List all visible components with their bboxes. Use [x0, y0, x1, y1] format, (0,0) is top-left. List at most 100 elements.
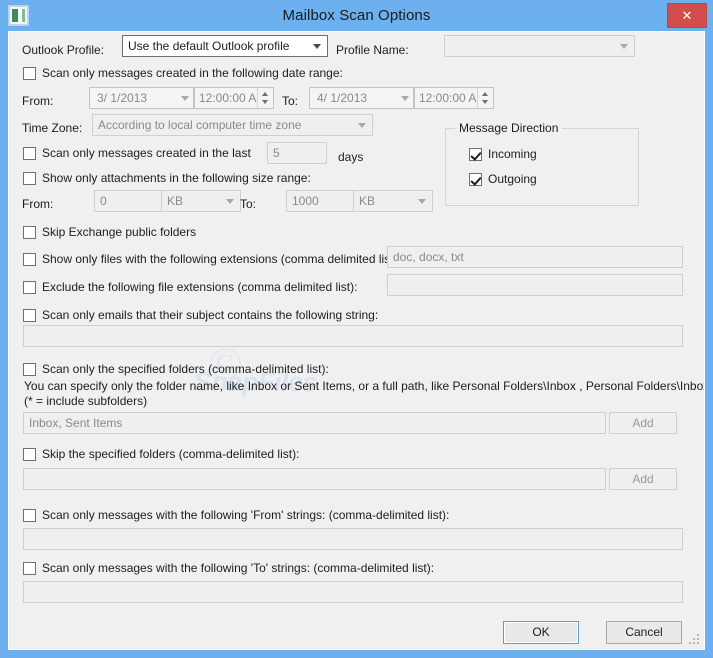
date-to-picker[interactable]: 4/ 1/2013 [309, 87, 414, 109]
outgoing-label: Outgoing [488, 172, 537, 186]
scan-folders-label: Scan only the specified folders (comma-d… [42, 362, 329, 376]
to-strings-checkbox-row[interactable]: Scan only messages with the following 'T… [23, 561, 434, 575]
subject-contains-checkbox[interactable] [23, 308, 36, 322]
time-from-spinner[interactable] [257, 88, 273, 108]
chevron-down-icon[interactable] [177, 88, 193, 108]
to-strings-checkbox[interactable] [23, 561, 36, 575]
size-from-input[interactable]: 0 [94, 190, 162, 212]
skip-public-folders-checkbox-row[interactable]: Skip Exchange public folders [23, 225, 196, 239]
outgoing-checkbox[interactable] [469, 172, 482, 186]
subject-contains-checkbox-row[interactable]: Scan only emails that their subject cont… [23, 308, 378, 322]
skip-folders-checkbox[interactable] [23, 447, 36, 461]
last-days-input[interactable]: 5 [267, 142, 327, 164]
include-extensions-input[interactable]: doc, docx, txt [387, 246, 683, 268]
incoming-checkbox-row[interactable]: Incoming [469, 147, 537, 161]
time-from-value: 12:00:00 AI [199, 91, 257, 105]
chevron-down-icon [358, 123, 366, 128]
date-from-label: From: [22, 94, 54, 108]
date-range-checkbox[interactable] [23, 66, 36, 80]
outlook-profile-label: Outlook Profile: [22, 43, 105, 57]
last-days-checkbox-row[interactable]: Scan only messages created in the last [23, 146, 251, 160]
date-range-checkbox-row[interactable]: Scan only messages created in the follow… [23, 66, 343, 80]
subject-contains-label: Scan only emails that their subject cont… [42, 308, 379, 322]
subject-contains-input[interactable] [23, 325, 683, 347]
last-days-unit-label: days [338, 150, 364, 164]
window-title: Mailbox Scan Options [282, 7, 431, 24]
last-days-checkbox[interactable] [23, 146, 36, 160]
skip-folders-label: Skip the specified folders (comma-delimi… [42, 447, 300, 461]
chevron-down-icon [313, 44, 321, 49]
cancel-button[interactable]: Cancel [606, 621, 682, 644]
skip-folders-input[interactable] [23, 468, 606, 490]
chevron-down-icon[interactable] [397, 88, 413, 108]
scan-folders-add-button[interactable]: Add [609, 412, 677, 434]
time-zone-select[interactable]: According to local computer time zone [92, 114, 373, 136]
cancel-label: Cancel [625, 625, 663, 639]
size-from-unit-select[interactable]: KB [161, 190, 241, 212]
size-range-checkbox[interactable] [23, 171, 36, 185]
skip-folders-add-label: Add [632, 472, 654, 486]
outgoing-checkbox-row[interactable]: Outgoing [469, 172, 537, 186]
from-strings-checkbox[interactable] [23, 508, 36, 522]
exclude-extensions-input[interactable] [387, 274, 683, 296]
size-to-value: 1000 [292, 194, 319, 208]
time-from-picker[interactable]: 12:00:00 AI [194, 87, 274, 109]
exclude-extensions-checkbox-row[interactable]: Exclude the following file extensions (c… [23, 280, 357, 294]
size-to-unit-value: KB [359, 194, 376, 208]
size-range-label: Show only attachments in the following s… [42, 171, 311, 185]
profile-name-select[interactable] [444, 35, 635, 57]
incoming-checkbox[interactable] [469, 147, 482, 161]
title-bar: Mailbox Scan Options ✕ [0, 0, 713, 31]
date-to-label: To: [282, 94, 299, 108]
include-extensions-value: doc, docx, txt [393, 250, 464, 264]
last-days-value: 5 [273, 146, 280, 160]
outlook-profile-select[interactable]: Use the default Outlook profile [122, 35, 328, 57]
date-from-picker[interactable]: 3/ 1/2013 [89, 87, 194, 109]
close-button[interactable]: ✕ [667, 3, 707, 28]
profile-name-label: Profile Name: [336, 43, 409, 57]
close-icon: ✕ [681, 8, 693, 23]
scan-folders-checkbox-row[interactable]: Scan only the specified folders (comma-d… [23, 362, 329, 376]
message-direction-group: Message Direction Incoming Outgoing [445, 121, 639, 206]
to-strings-label: Scan only messages with the following 'T… [42, 561, 435, 575]
size-to-unit-select[interactable]: KB [353, 190, 433, 212]
size-from-label: From: [22, 197, 54, 211]
skip-folders-add-button[interactable]: Add [609, 468, 677, 490]
skip-folders-checkbox-row[interactable]: Skip the specified folders (comma-delimi… [23, 447, 299, 461]
time-to-spinner[interactable] [477, 88, 493, 108]
incoming-label: Incoming [488, 147, 537, 161]
size-range-checkbox-row[interactable]: Show only attachments in the following s… [23, 171, 311, 185]
to-strings-input[interactable] [23, 581, 683, 603]
scan-folders-add-label: Add [632, 416, 654, 430]
skip-public-folders-label: Skip Exchange public folders [42, 225, 197, 239]
scan-folders-input[interactable]: Inbox, Sent Items [23, 412, 606, 434]
include-extensions-label: Show only files with the following exten… [42, 252, 401, 266]
time-to-value: 12:00:00 AI [419, 91, 477, 105]
scan-folders-checkbox[interactable] [23, 362, 36, 376]
include-extensions-checkbox-row[interactable]: Show only files with the following exten… [23, 252, 401, 266]
last-days-label: Scan only messages created in the last [42, 146, 251, 160]
outlook-profile-value: Use the default Outlook profile [128, 39, 290, 53]
dialog-client-area: © SnapFiles Outlook Profile: Use the def… [8, 31, 705, 650]
from-strings-label: Scan only messages with the following 'F… [42, 508, 450, 522]
scan-folders-hint-line-1: You can specify only the folder name, li… [24, 379, 705, 393]
size-to-input[interactable]: 1000 [286, 190, 354, 212]
time-to-picker[interactable]: 12:00:00 AI [414, 87, 494, 109]
date-to-value: 4/ 1/2013 [317, 91, 368, 105]
from-strings-input[interactable] [23, 528, 683, 550]
chevron-down-icon [418, 199, 426, 204]
mailbox-scan-options-window: Mailbox Scan Options ✕ © SnapFiles Outlo… [0, 0, 713, 658]
exclude-extensions-checkbox[interactable] [23, 280, 36, 294]
chevron-down-icon [620, 44, 628, 49]
resize-grip[interactable] [688, 633, 701, 646]
include-extensions-checkbox[interactable] [23, 252, 36, 266]
time-zone-value: According to local computer time zone [98, 118, 302, 132]
size-from-unit-value: KB [167, 194, 184, 208]
size-from-value: 0 [100, 194, 107, 208]
size-to-label: To: [240, 197, 257, 211]
ok-button[interactable]: OK [503, 621, 579, 644]
time-zone-label: Time Zone: [22, 121, 83, 135]
skip-public-folders-checkbox[interactable] [23, 225, 36, 239]
ok-label: OK [532, 625, 550, 639]
from-strings-checkbox-row[interactable]: Scan only messages with the following 'F… [23, 508, 449, 522]
